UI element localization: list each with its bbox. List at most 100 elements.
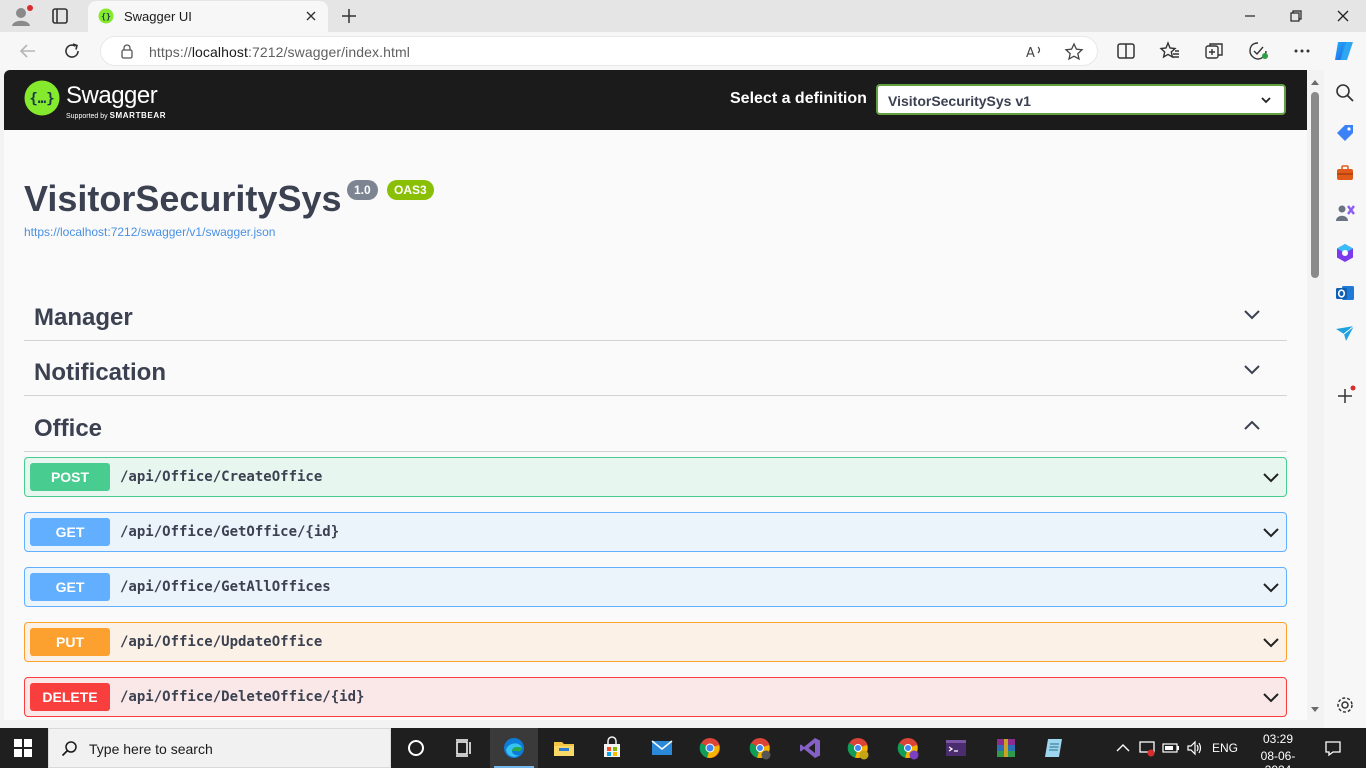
definition-label: Select a definition — [730, 90, 867, 107]
operation-create-office[interactable]: POST /api/Office/CreateOffice — [24, 457, 1287, 497]
sidebar-settings-icon[interactable] — [1334, 694, 1356, 716]
definition-value: VisitorSecuritySys v1 — [888, 93, 1031, 109]
taskbar-chrome-profile-1[interactable] — [736, 728, 784, 768]
volume-icon[interactable] — [1186, 739, 1204, 757]
clock-date[interactable]: 08-06-2024 — [1248, 749, 1308, 768]
search-icon[interactable] — [1334, 82, 1356, 104]
tag-manager[interactable]: Manager — [24, 286, 1287, 341]
minimize-icon[interactable] — [1238, 4, 1262, 28]
collections-icon[interactable] — [1202, 39, 1226, 63]
tools-icon[interactable] — [1334, 162, 1356, 184]
swagger-logo-icon[interactable]: {…} — [24, 80, 60, 116]
read-aloud-icon[interactable]: A — [1023, 41, 1045, 63]
operation-get-all-offices[interactable]: GET /api/Office/GetAllOffices — [24, 567, 1287, 607]
operation-path: /api/Office/UpdateOffice — [120, 634, 323, 650]
svg-text:{…}: {…} — [29, 91, 54, 107]
microsoft-365-icon[interactable] — [1334, 242, 1356, 264]
tab-swagger-ui[interactable]: {} Swagger UI — [88, 1, 328, 32]
operation-get-office[interactable]: GET /api/Office/GetOffice/{id} — [24, 512, 1287, 552]
method-badge: DELETE — [30, 683, 110, 711]
windows-start-icon[interactable] — [14, 739, 32, 757]
taskbar-search-box[interactable]: Type here to search — [48, 728, 391, 768]
battery-icon[interactable] — [1162, 739, 1180, 757]
outlook-icon[interactable] — [1334, 282, 1356, 304]
oas-badge: OAS3 — [387, 180, 434, 200]
operation-delete-office[interactable]: DELETE /api/Office/DeleteOffice/{id} — [24, 677, 1287, 717]
method-badge: PUT — [30, 628, 110, 656]
add-sidebar-app-icon[interactable] — [1334, 385, 1356, 407]
scroll-down-icon[interactable] — [1310, 706, 1320, 714]
windows-taskbar: Type here to search ENG 03:29 08-06- — [0, 728, 1366, 768]
shopping-tag-icon[interactable] — [1334, 122, 1356, 144]
store-icon — [604, 736, 620, 757]
api-title: VisitorSecuritySys — [24, 178, 342, 219]
cortana-button[interactable] — [392, 728, 440, 768]
new-tab-icon[interactable] — [338, 5, 360, 27]
clock-time[interactable]: 03:29 — [1248, 732, 1308, 746]
browser-toolbar: https://localhost:7212/swagger/index.htm… — [0, 32, 1366, 70]
tab-actions-icon[interactable] — [48, 5, 72, 27]
tag-notification[interactable]: Notification — [24, 341, 1287, 396]
chevron-down-icon — [1261, 97, 1271, 104]
swagger-supported-by: Supported by SMARTBEAR — [66, 111, 167, 120]
restore-icon[interactable] — [1284, 4, 1308, 28]
refresh-icon[interactable] — [60, 39, 84, 63]
visual-studio-icon — [800, 738, 820, 758]
close-window-icon[interactable] — [1331, 4, 1355, 28]
chevron-down-icon — [1244, 365, 1260, 375]
svg-text:A: A — [1026, 46, 1035, 61]
tag-name: Manager — [34, 304, 133, 331]
scrollbar-thumb[interactable] — [1311, 92, 1319, 278]
lock-icon[interactable] — [119, 43, 135, 59]
chrome-profile-icon — [897, 738, 919, 760]
close-tab-icon[interactable] — [302, 7, 320, 25]
operation-update-office[interactable]: PUT /api/Office/UpdateOffice — [24, 622, 1287, 662]
taskbar-store[interactable] — [588, 728, 636, 768]
tag-name: Notification — [34, 359, 166, 386]
definition-select[interactable]: VisitorSecuritySys v1 — [876, 84, 1286, 115]
task-view-button[interactable] — [440, 728, 488, 768]
profile-icon[interactable] — [10, 5, 34, 27]
spec-link[interactable]: https://localhost:7212/swagger/v1/swagge… — [24, 225, 275, 239]
meet-now-icon[interactable] — [1138, 739, 1156, 757]
taskbar-chrome-profile-3[interactable] — [884, 728, 932, 768]
input-language[interactable]: ENG — [1212, 741, 1238, 755]
favorite-star-icon[interactable] — [1063, 41, 1085, 63]
taskbar-search-placeholder: Type here to search — [89, 741, 213, 757]
address-bar[interactable]: https://localhost:7212/swagger/index.htm… — [100, 36, 1098, 66]
show-hidden-icons-chevron-up-icon[interactable] — [1114, 739, 1132, 757]
task-view-icon — [456, 739, 471, 757]
method-badge: GET — [30, 518, 110, 546]
taskbar-file-explorer[interactable] — [540, 728, 588, 768]
send-icon[interactable] — [1334, 322, 1356, 344]
taskbar-edge[interactable] — [490, 728, 538, 768]
split-screen-icon[interactable] — [1114, 39, 1138, 63]
chevron-down-icon — [1263, 693, 1279, 703]
taskbar-visual-studio[interactable] — [786, 728, 834, 768]
taskbar-notepad[interactable] — [1030, 728, 1078, 768]
scroll-up-icon[interactable] — [1310, 78, 1320, 86]
taskbar-mail[interactable] — [638, 728, 686, 768]
terminal-icon — [946, 740, 966, 756]
swagger-topbar: {…} Swagger Supported by SMARTBEAR Selec… — [4, 70, 1307, 130]
chevron-down-icon — [1263, 638, 1279, 648]
tag-office[interactable]: Office — [24, 397, 1287, 452]
operation-path: /api/Office/DeleteOffice/{id} — [120, 689, 365, 705]
taskbar-chrome[interactable] — [686, 728, 734, 768]
games-icon[interactable] — [1334, 202, 1356, 224]
taskbar-terminal[interactable] — [932, 728, 980, 768]
operation-path: /api/Office/GetAllOffices — [120, 579, 331, 595]
taskbar-winrar[interactable] — [982, 728, 1030, 768]
page-scrollbar[interactable] — [1307, 70, 1323, 720]
browser-essentials-icon[interactable] — [1246, 39, 1270, 63]
back-icon[interactable] — [16, 39, 40, 63]
chevron-down-icon — [1244, 310, 1260, 320]
browser-tab-strip: {} Swagger UI — [0, 0, 1366, 32]
more-options-icon[interactable] — [1290, 39, 1314, 63]
favorites-icon[interactable] — [1158, 39, 1182, 63]
chevron-up-icon — [1244, 420, 1260, 430]
svg-text:{}: {} — [101, 12, 111, 21]
taskbar-chrome-profile-2[interactable] — [834, 728, 882, 768]
copilot-icon[interactable] — [1332, 39, 1356, 63]
notification-center-icon[interactable] — [1324, 739, 1342, 757]
